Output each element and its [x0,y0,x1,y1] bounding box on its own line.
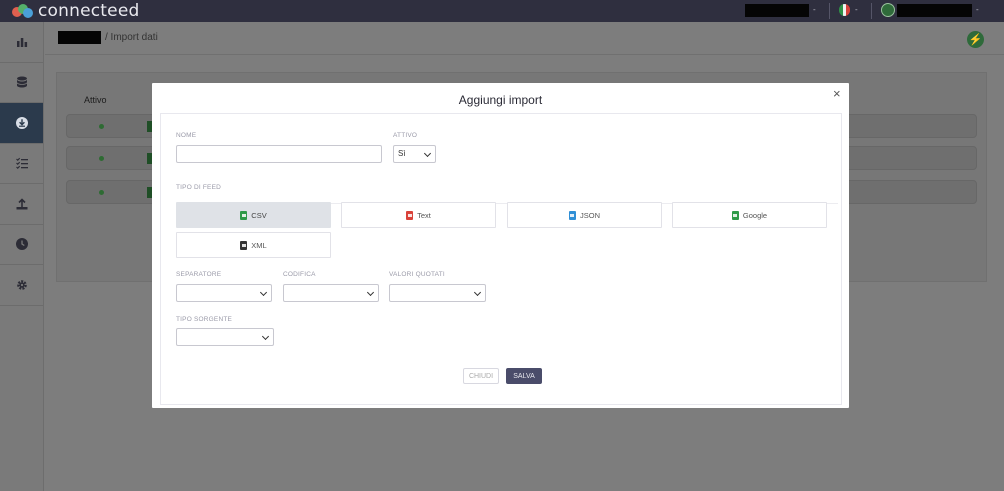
csv-file-icon [240,210,248,220]
breadcrumb-root-redacted[interactable] [58,31,101,44]
tipo-feed-label: TIPO DI FEED [176,184,222,191]
valori-quotati-select[interactable] [389,284,486,302]
nome-label: NOME [176,132,197,139]
account-name-redacted[interactable] [897,4,972,17]
user-menu-caret[interactable]: - [813,5,816,14]
sidebar-item-dashboard[interactable] [0,22,43,63]
modal-body: NOME ATTIVO Sì TIPO DI FEED CSV Text JSO… [160,113,842,405]
attivo-label: ATTIVO [393,132,418,139]
feed-type-google-button[interactable]: Google [672,202,827,228]
language-menu-caret[interactable]: - [855,5,858,14]
sidebar-item-history[interactable] [0,225,43,265]
tipo-sorgente-select[interactable] [176,328,274,346]
sidebar-item-import[interactable] [0,103,43,144]
checklist-icon [15,158,28,170]
clock-icon [15,238,28,251]
nome-input[interactable] [176,145,382,163]
google-sheets-icon [731,210,739,220]
column-header-attivo: Attivo [84,95,107,105]
user-name-redacted[interactable] [745,4,809,17]
status-dot [99,124,104,129]
brand-logo-icon [12,4,34,18]
attivo-select[interactable]: Sì [393,145,436,163]
sidebar-item-database[interactable] [0,63,43,103]
status-dot [99,190,104,195]
upload-icon [16,198,27,210]
status-dot [99,156,104,161]
chevron-down-icon [261,332,270,341]
sidebar-item-export[interactable] [0,184,43,225]
feed-type-label: CSV [251,210,267,220]
chevron-down-icon [259,288,268,297]
text-file-icon [406,210,414,220]
valori-quotati-label: VALORI QUOTATI [389,271,445,278]
add-import-modal: Aggiungi import × NOME ATTIVO Sì TIPO DI… [152,83,849,408]
topbar-divider [871,3,872,19]
chevron-down-icon [473,288,482,297]
brand-name: connecteed [38,1,140,21]
sidebar-item-tasks[interactable] [0,144,43,184]
feed-type-text-button[interactable]: Text [341,202,496,228]
tipo-sorgente-label: TIPO SORGENTE [176,316,233,323]
lightning-icon[interactable]: ⚡ [967,31,984,48]
sidebar-item-settings[interactable] [0,265,43,306]
separatore-select[interactable] [176,284,272,302]
download-icon [15,116,28,129]
avatar[interactable] [881,3,895,17]
italian-flag-icon[interactable] [839,4,850,16]
feed-type-json-button[interactable]: JSON [507,202,662,228]
feed-type-label: Google [742,210,768,220]
gear-icon [16,279,27,290]
feed-type-xml-button[interactable]: XML [176,232,331,258]
top-bar: connecteed - - - [0,0,1004,22]
topbar-divider [829,3,830,19]
save-button[interactable]: SALVA [506,368,542,384]
chevron-down-icon [366,288,375,297]
json-file-icon [568,210,576,220]
close-icon[interactable]: × [833,86,841,101]
bar-chart-icon [16,37,27,47]
breadcrumb: / Import dati [105,32,158,43]
feed-type-label: XML [251,240,267,250]
separatore-label: SEPARATORE [176,271,222,278]
close-button[interactable]: CHIUDI [463,368,499,384]
chevron-down-icon [423,149,432,158]
feed-type-csv-button[interactable]: CSV [176,202,331,228]
brand-logo[interactable]: connecteed [12,1,139,21]
xml-file-icon [240,240,248,250]
sidebar [0,22,44,491]
account-menu-caret[interactable]: - [976,5,979,14]
feed-type-label: Text [417,210,431,220]
attivo-select-value: Sì [398,149,406,158]
codifica-label: CODIFICA [283,271,316,278]
page-header: / Import dati ⚡ [45,22,1004,55]
database-icon [16,76,27,88]
modal-title: Aggiungi import [458,93,543,107]
feed-type-label: JSON [579,210,600,220]
codifica-select[interactable] [283,284,379,302]
